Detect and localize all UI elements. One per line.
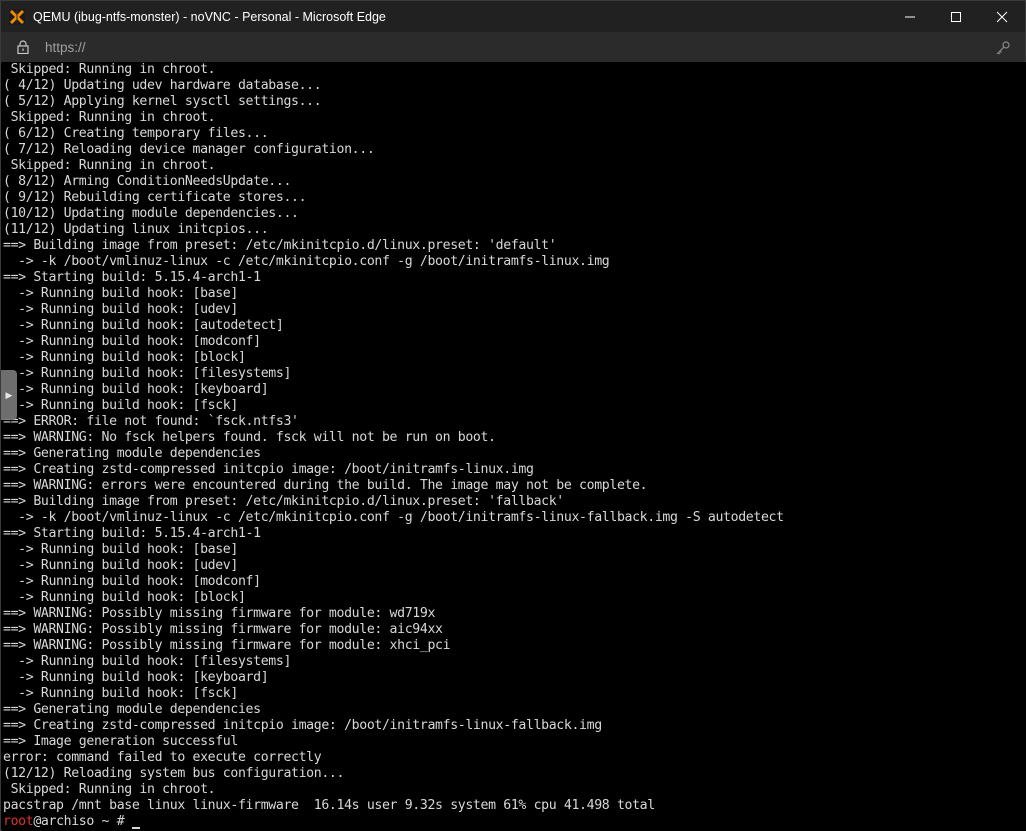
- terminal-line: -> Running build hook: [keyboard]: [3, 382, 269, 397]
- shell-prompt[interactable]: root@archiso ~ #: [3, 814, 784, 830]
- terminal-line: ==> Starting build: 5.15.4-arch1-1: [3, 526, 261, 541]
- terminal-line: Skipped: Running in chroot.: [3, 782, 216, 797]
- terminal-line: pacstrap /mnt base linux linux-firmware …: [3, 798, 655, 813]
- vnc-terminal-screen[interactable]: Skipped: Running in chroot.( 4/12) Updat…: [2, 62, 1026, 831]
- terminal-line: Skipped: Running in chroot.: [3, 110, 216, 125]
- terminal-line: Skipped: Running in chroot.: [3, 158, 216, 173]
- terminal-line: ( 4/12) Updating udev hardware database.…: [3, 78, 322, 93]
- terminal-line: ==> Building image from preset: /etc/mki…: [3, 238, 557, 253]
- terminal-output: Skipped: Running in chroot.( 4/12) Updat…: [3, 62, 784, 830]
- terminal-line: -> Running build hook: [block]: [3, 590, 246, 605]
- terminal-line: ==> Creating zstd-compressed initcpio im…: [3, 462, 534, 477]
- terminal-line: -> Running build hook: [base]: [3, 542, 238, 557]
- terminal-line: ==> Generating module dependencies: [3, 702, 261, 717]
- terminal-line: ==> ERROR: file not found: `fsck.ntfs3': [3, 414, 299, 429]
- terminal-line: (10/12) Updating module dependencies...: [3, 206, 299, 221]
- terminal-line: -> Running build hook: [modconf]: [3, 334, 261, 349]
- terminal-line: -> Running build hook: [udev]: [3, 558, 238, 573]
- minimize-button[interactable]: [887, 1, 933, 32]
- terminal-line: ==> WARNING: Possibly missing firmware f…: [3, 622, 443, 637]
- terminal-line: -> -k /boot/vmlinuz-linux -c /etc/mkinit…: [3, 510, 784, 525]
- terminal-line: -> Running build hook: [fsck]: [3, 398, 238, 413]
- terminal-line: -> Running build hook: [filesystems]: [3, 654, 292, 669]
- terminal-line: ==> Image generation successful: [3, 734, 238, 749]
- terminal-line: ( 6/12) Creating temporary files...: [3, 126, 269, 141]
- terminal-line: ==> WARNING: errors were encountered dur…: [3, 478, 648, 493]
- maximize-button[interactable]: [933, 1, 979, 32]
- window-controls: [887, 1, 1025, 32]
- terminal-line: -> Running build hook: [autodetect]: [3, 318, 284, 333]
- terminal-line: ( 9/12) Rebuilding certificate stores...: [3, 190, 307, 205]
- terminal-line: ==> Starting build: 5.15.4-arch1-1: [3, 270, 261, 285]
- close-button[interactable]: [979, 1, 1025, 32]
- terminal-line: (12/12) Reloading system bus configurati…: [3, 766, 345, 781]
- terminal-line: -> Running build hook: [modconf]: [3, 574, 261, 589]
- text-cursor: [131, 827, 140, 829]
- browser-window: QEMU (ibug-ntfs-monster) - noVNC - Perso…: [0, 0, 1026, 831]
- qemu-app-icon: [9, 8, 25, 25]
- terminal-line: ( 7/12) Reloading device manager configu…: [3, 142, 375, 157]
- terminal-line: ==> WARNING: No fsck helpers found. fsck…: [3, 430, 496, 445]
- terminal-line: ( 5/12) Applying kernel sysctl settings.…: [3, 94, 322, 109]
- terminal-line: -> Running build hook: [block]: [3, 350, 246, 365]
- terminal-line: -> Running build hook: [keyboard]: [3, 670, 269, 685]
- key-icon[interactable]: [995, 40, 1011, 56]
- terminal-line: -> Running build hook: [base]: [3, 286, 238, 301]
- url-text[interactable]: https://: [45, 40, 86, 55]
- terminal-line: ( 8/12) Arming ConditionNeedsUpdate...: [3, 174, 292, 189]
- terminal-line: (11/12) Updating linux initcpios...: [3, 222, 269, 237]
- terminal-line: ==> Creating zstd-compressed initcpio im…: [3, 718, 602, 733]
- terminal-line: Skipped: Running in chroot.: [3, 62, 216, 77]
- close-icon: [996, 11, 1008, 22]
- minimize-icon: [905, 16, 915, 17]
- lock-icon[interactable]: [16, 40, 30, 54]
- terminal-line: ==> WARNING: Possibly missing firmware f…: [3, 638, 451, 653]
- terminal-line: -> Running build hook: [filesystems]: [3, 366, 292, 381]
- address-bar[interactable]: https://: [1, 32, 1025, 63]
- terminal-line: ==> Building image from preset: /etc/mki…: [3, 494, 564, 509]
- terminal-line: ==> WARNING: Possibly missing firmware f…: [3, 606, 436, 621]
- terminal-line: -> Running build hook: [fsck]: [3, 686, 238, 701]
- terminal-line: error: command failed to execute correct…: [3, 750, 322, 765]
- window-title: QEMU (ibug-ntfs-monster) - noVNC - Perso…: [33, 9, 386, 24]
- maximize-icon: [951, 11, 961, 22]
- prompt-host-path: @archiso ~ #: [33, 814, 132, 829]
- terminal-line: ==> Generating module dependencies: [3, 446, 261, 461]
- terminal-line: -> Running build hook: [udev]: [3, 302, 238, 317]
- title-bar[interactable]: QEMU (ibug-ntfs-monster) - noVNC - Perso…: [1, 1, 1025, 32]
- terminal-line: -> -k /boot/vmlinuz-linux -c /etc/mkinit…: [3, 254, 610, 269]
- expand-arrow-icon: ▶: [5, 389, 13, 400]
- novnc-sidebar-handle[interactable]: ▶: [1, 370, 17, 420]
- prompt-user: root: [3, 814, 34, 829]
